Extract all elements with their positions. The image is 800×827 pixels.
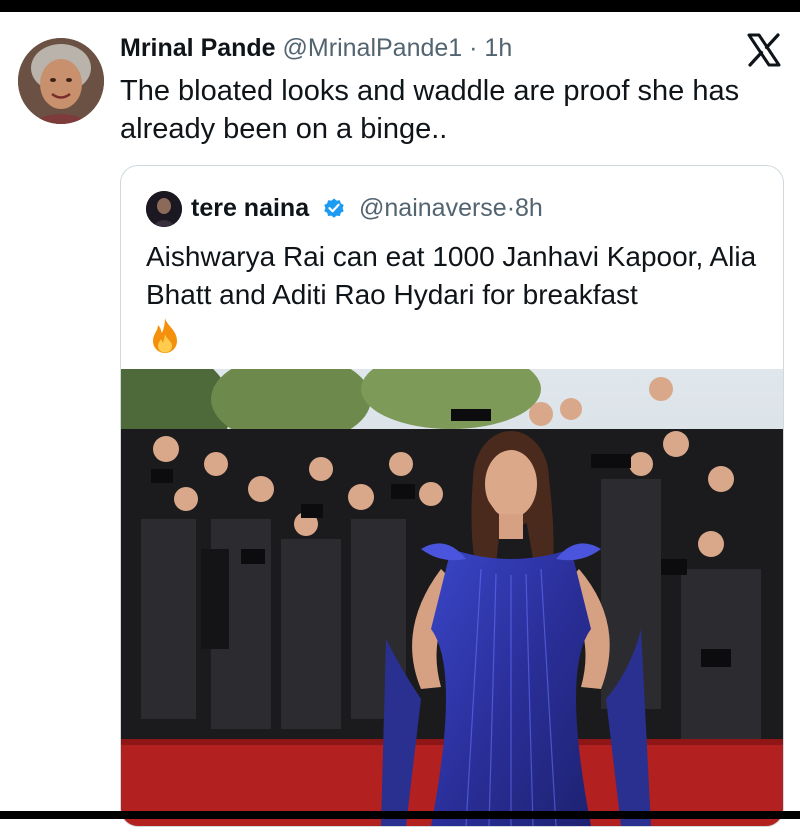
tweet-timestamp[interactable]: 1h [484,34,512,62]
author-handle[interactable]: @MrinalPande1 [283,34,463,62]
tweet-header: Mrinal Pande @MrinalPande1 · 1h [120,34,512,63]
quoted-tweet-header: tere naina @nainaverse·8h [191,194,543,223]
fire-emoji-icon [149,316,181,354]
quoted-tweet-card[interactable]: tere naina @nainaverse·8h Aishwarya Rai … [120,165,784,827]
tweet-text: The bloated looks and waddle are proof s… [120,75,740,145]
author-name[interactable]: Mrinal Pande [120,34,276,62]
top-bar [0,0,800,12]
attached-photo[interactable] [121,349,783,826]
quoted-author-handle[interactable]: @nainaverse [359,194,507,222]
meta-separator: · [469,34,478,62]
x-logo-icon [744,30,784,70]
quoted-meta-separator: · [506,194,516,222]
quoted-tweet-text: Aishwarya Rai can eat 1000 Janhavi Kapoo… [146,241,757,310]
quoted-author-avatar[interactable] [146,191,182,227]
verified-badge-icon [322,196,346,220]
quoted-tweet-timestamp[interactable]: 8h [515,194,543,222]
quoted-author-name[interactable]: tere naina [191,194,309,222]
author-avatar[interactable] [18,38,104,124]
bottom-bar [0,811,800,819]
